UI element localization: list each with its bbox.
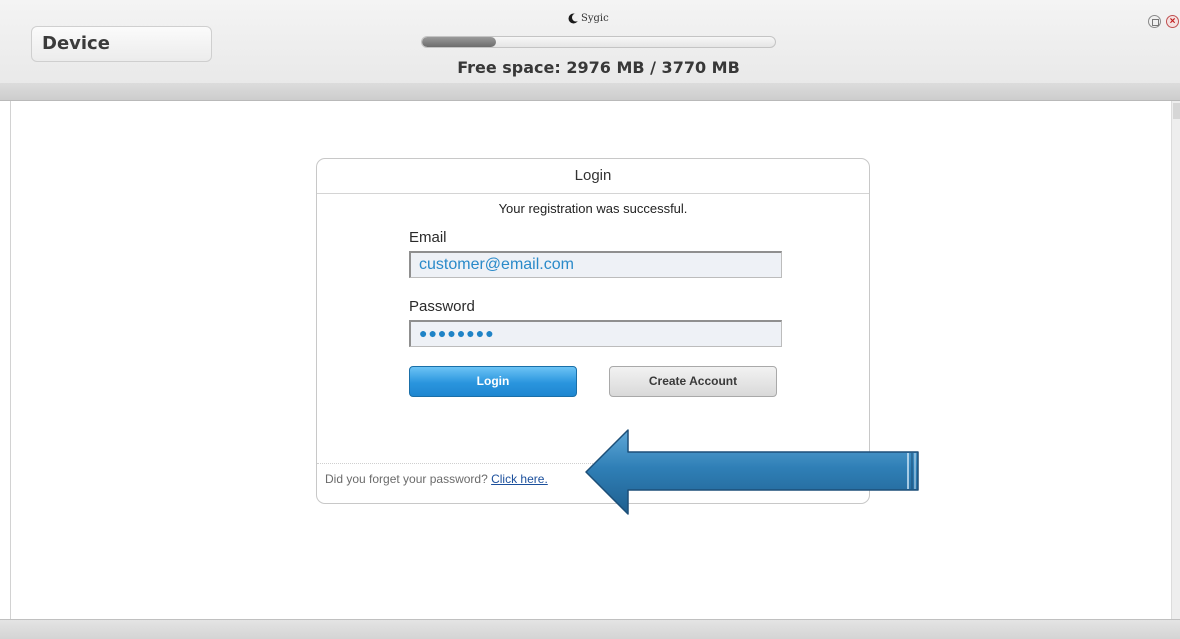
free-space-text: Free space: 2976 MB / 3770 MB: [457, 58, 740, 77]
password-field[interactable]: ●●●●●●●●: [409, 320, 782, 347]
registration-success-message: Your registration was successful.: [498, 201, 688, 216]
brand-name: Sygic: [581, 12, 609, 24]
restore-icon[interactable]: [1148, 15, 1161, 28]
forgot-password-row: Did you forget your password? Click here…: [325, 472, 548, 486]
top-header: Device Sygic Free space: 2976 MB / 3770 …: [0, 0, 1180, 83]
close-icon[interactable]: ×: [1166, 15, 1179, 28]
vertical-scrollbar[interactable]: [1171, 101, 1180, 619]
create-account-button-label: Create Account: [648, 374, 738, 388]
login-button-label: Login: [476, 374, 510, 388]
email-field[interactable]: customer@email.com: [409, 251, 782, 278]
forgot-password-link[interactable]: Click here.: [491, 472, 548, 486]
scrollbar-thumb[interactable]: [1173, 103, 1180, 119]
email-value: customer@email.com: [419, 256, 574, 273]
sygic-app-window: Device Sygic Free space: 2976 MB / 3770 …: [0, 0, 1180, 639]
create-account-button[interactable]: Create Account: [609, 366, 777, 397]
login-button[interactable]: Login: [409, 366, 577, 397]
device-button[interactable]: Device: [31, 26, 212, 62]
login-panel-title: Login: [317, 159, 869, 194]
password-label: Password: [409, 298, 475, 315]
brand-logo: Sygic: [568, 10, 628, 26]
email-label: Email: [409, 229, 447, 246]
bottom-status-bar: [0, 619, 1180, 639]
annotation-arrow-icon: [585, 429, 919, 515]
moon-icon: [568, 13, 580, 24]
storage-progress-bar: [421, 36, 776, 48]
password-mask: ●●●●●●●●: [419, 325, 495, 341]
forgot-password-text: Did you forget your password?: [325, 472, 488, 486]
device-button-label: Device: [42, 33, 110, 54]
toolbar-strip: [0, 83, 1180, 101]
storage-progress-fill: [422, 37, 497, 47]
